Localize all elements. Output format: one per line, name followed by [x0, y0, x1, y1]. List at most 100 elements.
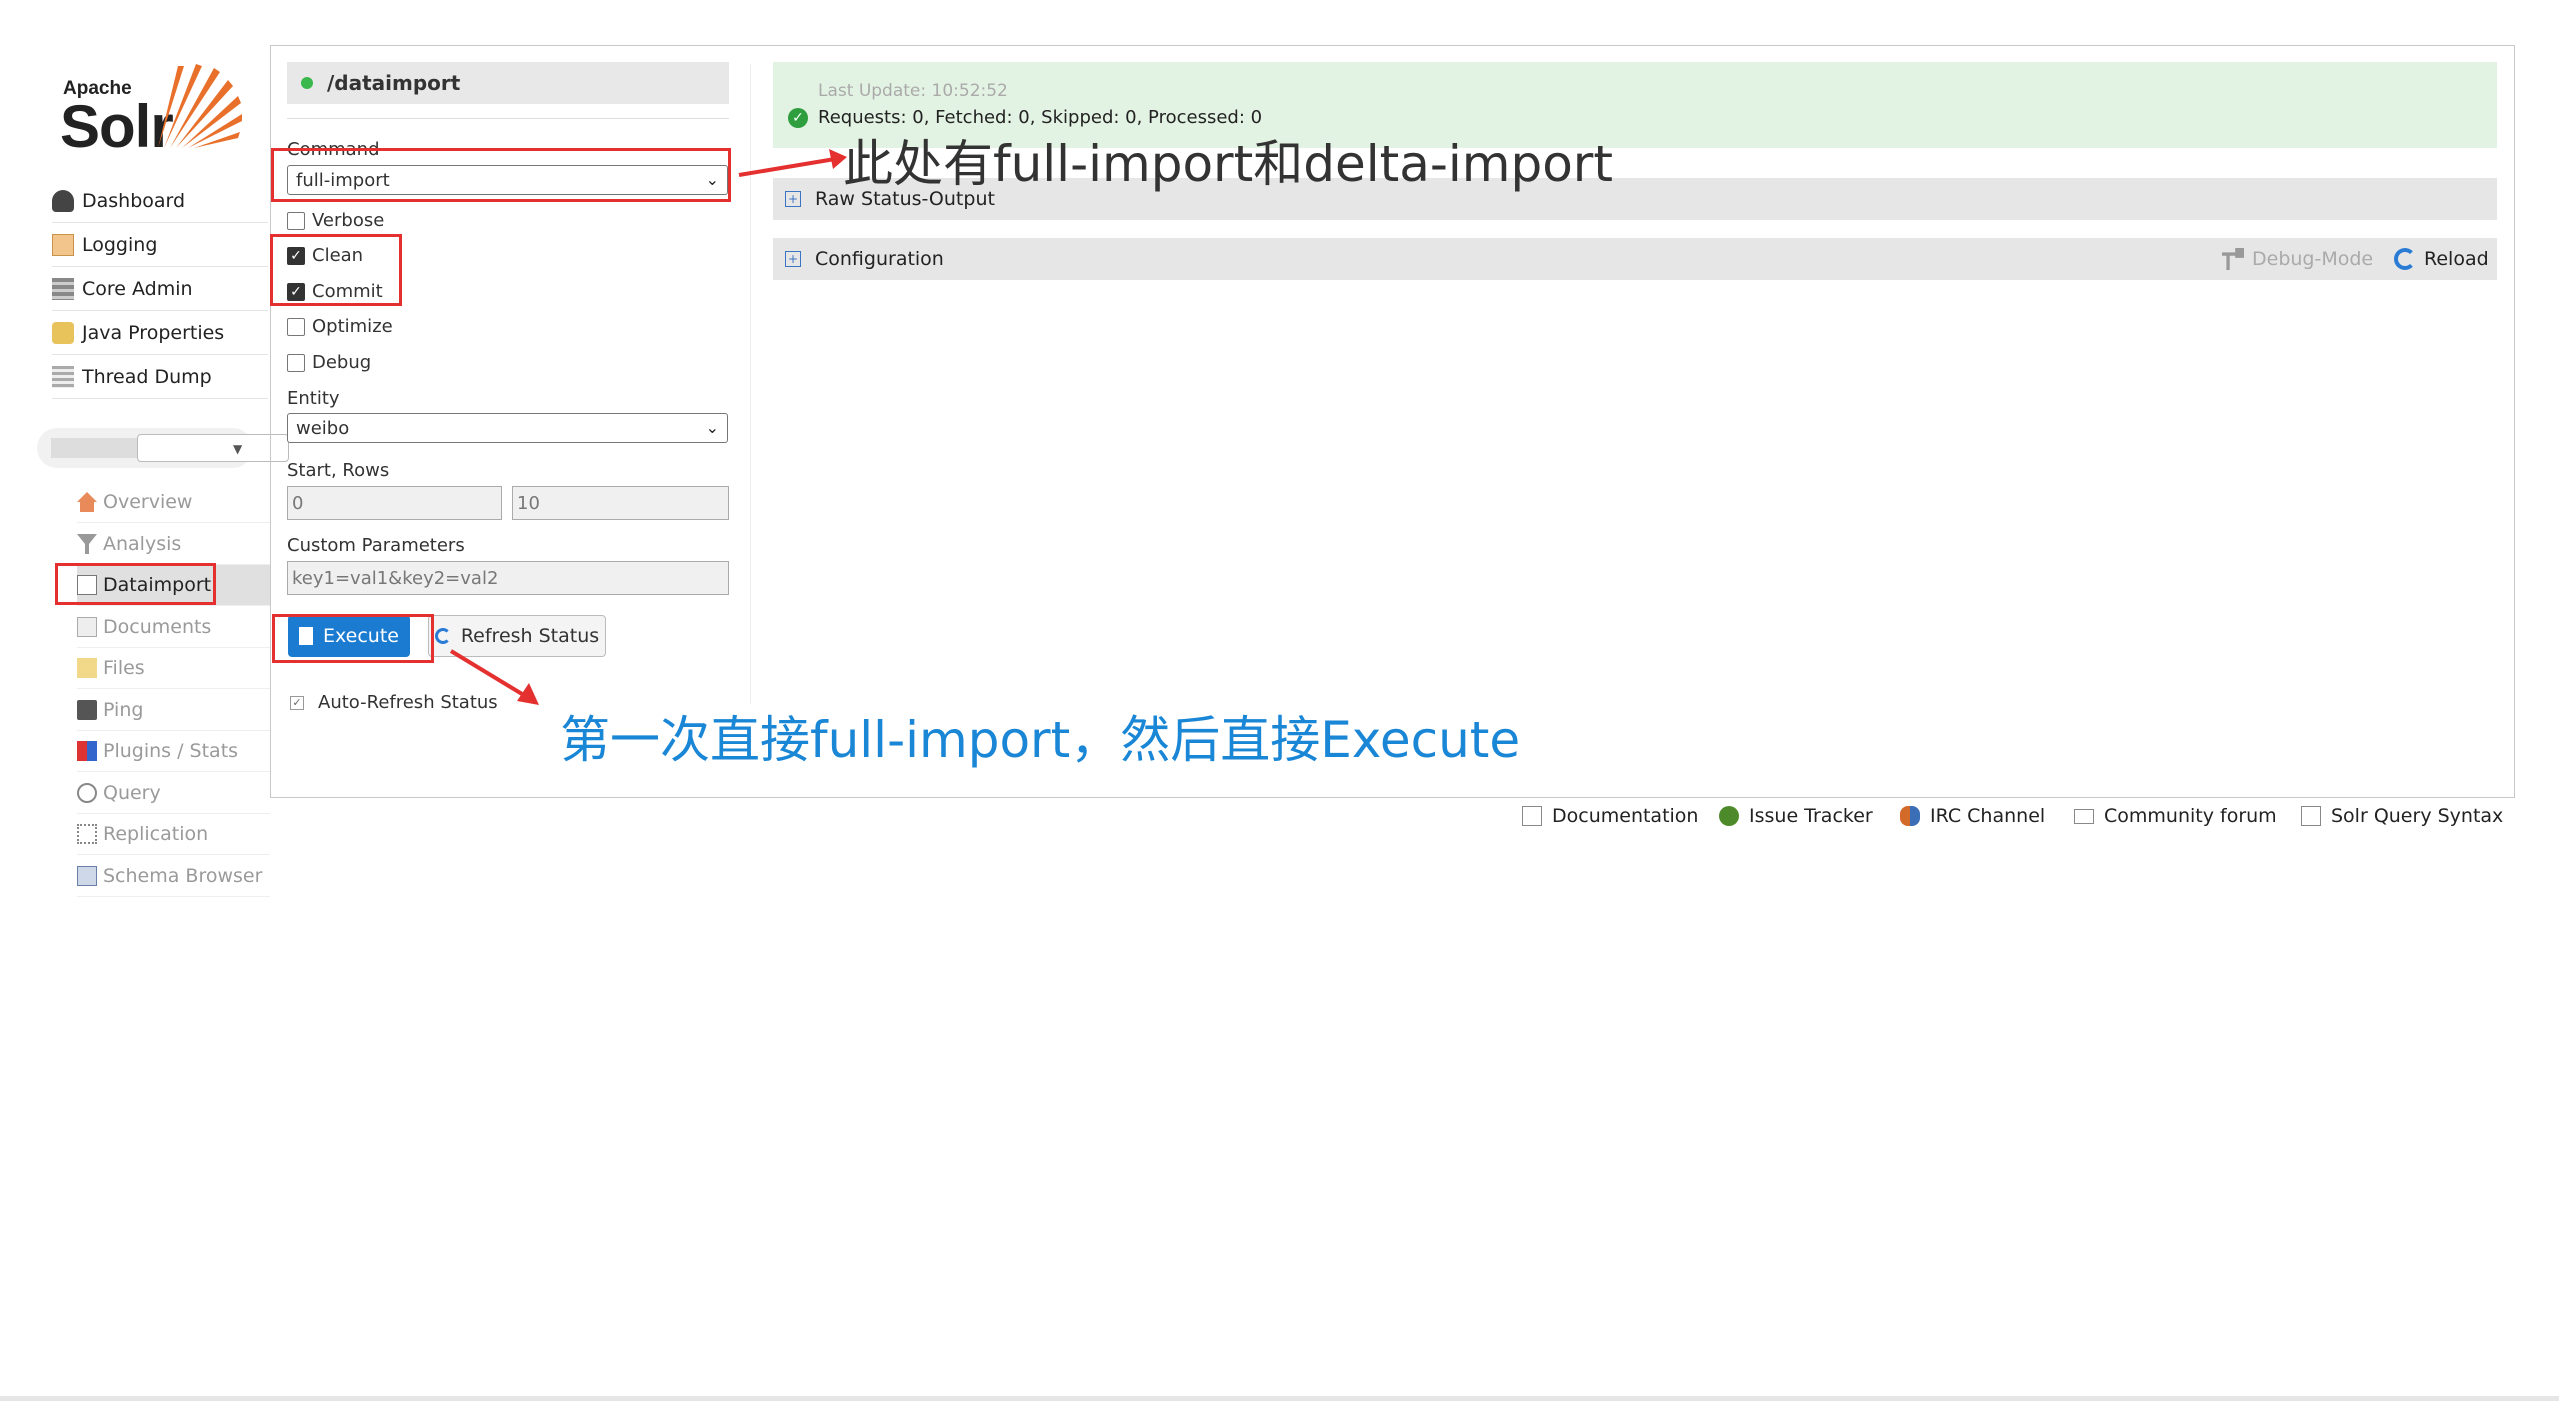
checkbox-label: Verbose: [312, 210, 385, 231]
footer-label: IRC Channel: [1930, 805, 2046, 827]
thread-dump-icon: [52, 366, 74, 388]
schema-icon: [77, 866, 97, 886]
debug-checkbox[interactable]: Debug: [287, 352, 371, 373]
sidebar-item-files[interactable]: Files: [77, 648, 270, 689]
sidebar-item-plugins-stats[interactable]: Plugins / Stats: [77, 731, 270, 772]
core-dropdown[interactable]: [137, 434, 289, 462]
optimize-checkbox[interactable]: Optimize: [287, 316, 393, 337]
query-icon: [77, 783, 97, 803]
reload-icon: [2394, 248, 2416, 270]
refresh-label: Refresh Status: [460, 625, 600, 647]
sidebar-item-label: Plugins / Stats: [103, 740, 239, 762]
entity-label: Entity: [287, 388, 340, 409]
start-input[interactable]: 0: [287, 486, 502, 520]
annotation-box-clean-commit: [270, 234, 402, 306]
footer-label: Issue Tracker: [1749, 805, 1873, 827]
entity-value: weibo: [296, 417, 350, 439]
bottom-strip: [0, 1396, 2559, 1401]
hammer-icon: [2222, 248, 2244, 270]
verbose-checkbox[interactable]: Verbose: [287, 210, 384, 231]
plugins-icon: [77, 741, 97, 761]
sidebar-item-logging[interactable]: Logging: [52, 224, 268, 267]
rows-input[interactable]: 10: [512, 486, 729, 520]
debug-mode-label: Debug-Mode: [2252, 248, 2374, 270]
sidebar-item-label: Java Properties: [82, 322, 225, 344]
footer-community-forum-link[interactable]: Community forum: [2074, 805, 2277, 827]
annotation-arrow-down: [449, 649, 539, 705]
refresh-icon: [434, 628, 451, 644]
analysis-icon: [77, 534, 97, 554]
checkbox-label: Debug: [312, 352, 372, 373]
custom-params-input[interactable]: key1=val1&key2=val2: [287, 561, 729, 595]
core-name-redacted: [51, 438, 141, 458]
footer-label: Documentation: [1552, 805, 1699, 827]
sidebar-item-label: Documents: [103, 616, 212, 638]
sidebar-item-label: Query: [103, 782, 161, 804]
overview-icon: [77, 492, 97, 512]
status-dot-icon: [301, 77, 313, 89]
last-update-text: Last Update: 10:52:52: [818, 81, 1008, 101]
files-icon: [77, 658, 97, 678]
ping-icon: [77, 700, 97, 720]
sidebar-item-core-admin[interactable]: Core Admin: [52, 268, 268, 311]
debug-mode-button[interactable]: Debug-Mode: [2222, 248, 2373, 270]
java-icon: [52, 322, 74, 344]
check-circle-icon: ✓: [788, 107, 808, 128]
sidebar-item-replication[interactable]: Replication: [77, 814, 270, 855]
checkbox-box[interactable]: [287, 211, 305, 230]
footer-issue-tracker-link[interactable]: Issue Tracker: [1719, 805, 1873, 827]
mail-icon: [2074, 808, 2094, 824]
rows-placeholder: 10: [517, 492, 540, 514]
sidebar-item-overview[interactable]: Overview: [77, 482, 270, 523]
sidebar-item-label: Ping: [103, 699, 144, 721]
core-selector[interactable]: ▼: [37, 428, 289, 468]
start-placeholder: 0: [292, 492, 304, 514]
checkbox-label: Optimize: [312, 316, 393, 337]
custom-params-label: Custom Parameters: [287, 535, 465, 556]
logging-icon: [52, 234, 74, 256]
sidebar-item-thread-dump[interactable]: Thread Dump: [52, 356, 268, 399]
expand-plus-icon[interactable]: +: [785, 191, 801, 207]
footer-label: Community forum: [2104, 805, 2277, 827]
footer-label: Solr Query Syntax: [2331, 805, 2504, 827]
sidebar-item-java-properties[interactable]: Java Properties: [52, 312, 268, 355]
syntax-icon: [2301, 806, 2321, 826]
sidebar-item-ping[interactable]: Ping: [77, 690, 270, 731]
reload-button[interactable]: Reload: [2394, 248, 2489, 270]
configuration-label: Configuration: [815, 248, 944, 270]
start-rows-label: Start, Rows: [287, 460, 390, 481]
sidebar-item-label: Files: [103, 657, 145, 679]
sidebar-item-label: Overview: [103, 491, 193, 513]
annotation-box-dataimport: [55, 563, 216, 605]
annotation-box-command: [271, 148, 731, 202]
annotation-execute-note: 第一次直接full-import，然后直接Execute: [560, 711, 1521, 769]
custom-params-placeholder: key1=val1&key2=val2: [292, 567, 499, 589]
sidebar-item-label: Thread Dump: [82, 366, 212, 388]
footer-irc-channel-link[interactable]: IRC Channel: [1900, 805, 2045, 827]
replication-icon: [77, 824, 97, 844]
sidebar-item-label: Dashboard: [82, 190, 186, 212]
annotation-command-note: 此处有full-import和delta-import: [843, 135, 1613, 193]
sidebar-item-label: Schema Browser: [103, 865, 263, 887]
checkbox-box[interactable]: [287, 317, 305, 336]
checkbox-box[interactable]: [287, 353, 305, 372]
footer-solr-query-syntax-link[interactable]: Solr Query Syntax: [2301, 805, 2503, 827]
irc-icon: [1900, 806, 1920, 826]
bug-icon: [1719, 806, 1739, 826]
sidebar-item-label: Core Admin: [82, 278, 193, 300]
annotation-arrow-right: [738, 149, 847, 177]
sidebar-item-dashboard[interactable]: Dashboard: [52, 180, 268, 223]
expand-plus-icon[interactable]: +: [785, 251, 801, 267]
divider: [287, 118, 729, 119]
annotation-box-execute: [272, 614, 434, 663]
core-admin-icon: [52, 278, 74, 300]
sidebar-item-label: Logging: [82, 234, 158, 256]
sidebar-item-documents[interactable]: Documents: [77, 607, 270, 648]
footer-documentation-link[interactable]: Documentation: [1522, 805, 1698, 827]
sidebar-item-analysis[interactable]: Analysis: [77, 524, 270, 565]
sidebar-item-query[interactable]: Query: [77, 773, 270, 814]
sidebar-item-schema-browser[interactable]: Schema Browser: [77, 856, 270, 897]
reload-label: Reload: [2424, 248, 2489, 270]
checkbox-box[interactable]: ✓: [290, 695, 304, 710]
entity-select[interactable]: weibo ⌄: [287, 413, 728, 443]
